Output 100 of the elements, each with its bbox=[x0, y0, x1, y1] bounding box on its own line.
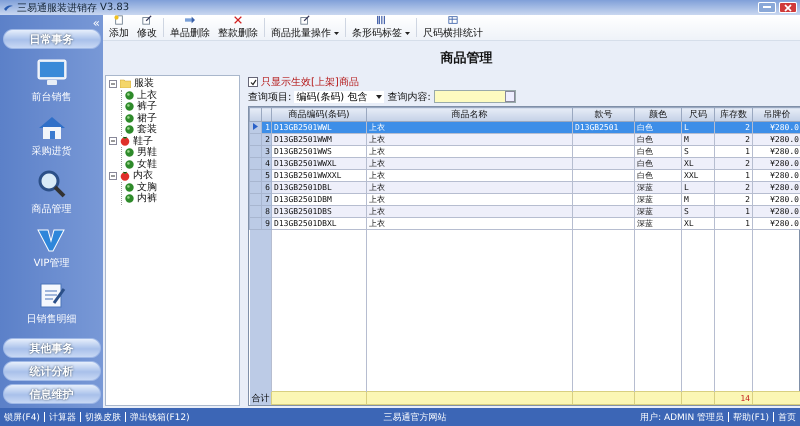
table-cell: 深蓝 bbox=[634, 218, 682, 230]
folder-icon bbox=[120, 79, 131, 88]
ball-icon bbox=[120, 170, 130, 181]
status-link[interactable]: 帮助(F1) bbox=[733, 410, 769, 424]
status-link[interactable]: 切换皮肤 bbox=[84, 410, 121, 424]
table-row[interactable]: 9 D13GB2501DBXL 上衣 深蓝 XL 1 ¥280.0 bbox=[250, 218, 800, 230]
checkbox[interactable] bbox=[248, 77, 258, 87]
user-label: 用户: ADMIN 管理员 bbox=[640, 412, 724, 424]
column-header[interactable]: 商品名称 bbox=[366, 108, 572, 122]
magnifier-icon bbox=[36, 168, 66, 198]
website-link[interactable]: 三易通官方网站 bbox=[383, 410, 446, 424]
tree-item[interactable]: 女鞋 bbox=[137, 158, 157, 170]
monitor-icon bbox=[36, 58, 66, 86]
page-heading: 商品管理 bbox=[440, 50, 494, 68]
ball-icon bbox=[125, 182, 134, 192]
table-cell: ¥280.0 bbox=[752, 206, 800, 218]
ball-icon bbox=[125, 102, 134, 112]
table-cell: 深蓝 bbox=[634, 182, 682, 194]
tree-item[interactable]: 鞋子 bbox=[133, 136, 153, 147]
collapse-toggle[interactable] bbox=[109, 137, 117, 146]
status-link[interactable]: 弹出钱箱(F12) bbox=[130, 410, 190, 424]
table-cell: 上衣 bbox=[366, 158, 572, 170]
table-cell: ¥280.0 bbox=[752, 134, 800, 146]
tree-item[interactable]: 服装 bbox=[134, 78, 154, 90]
row-pointer-icon bbox=[253, 123, 258, 130]
table-icon bbox=[447, 15, 459, 25]
ball-icon bbox=[120, 136, 130, 146]
ball-icon bbox=[125, 90, 134, 100]
status-link[interactable]: 首页 bbox=[778, 410, 796, 424]
table-cell: D13GB2501WWXL bbox=[272, 158, 366, 170]
query-input-field[interactable] bbox=[434, 90, 516, 103]
table-cell: 上衣 bbox=[366, 194, 572, 206]
table-cell: ¥280.0 bbox=[752, 170, 800, 182]
tree-item[interactable]: 男鞋 bbox=[137, 147, 157, 158]
ball-icon bbox=[125, 125, 134, 134]
column-header[interactable]: 吊牌价 bbox=[752, 108, 800, 122]
table-row[interactable]: 5 D13GB2501WWXXL 上衣 白色 XXL 1 ¥280.0 bbox=[250, 170, 800, 182]
table-row[interactable]: 2 D13GB2501WWM 上衣 白色 M 2 ¥280.0 bbox=[250, 134, 800, 146]
table-cell: D13GB2501 bbox=[572, 122, 634, 134]
lookup-button[interactable] bbox=[504, 91, 515, 102]
table-cell: ¥280.0 bbox=[752, 158, 800, 170]
tree-item[interactable]: 内裤 bbox=[137, 193, 157, 204]
close-button[interactable] bbox=[779, 2, 797, 13]
table-cell: 白色 bbox=[634, 158, 682, 170]
collapse-toggle[interactable] bbox=[109, 172, 117, 180]
toolbar-button[interactable]: 尺码横排统计 bbox=[419, 15, 487, 40]
table-cell: D13GB2501DBS bbox=[272, 206, 366, 218]
status-link[interactable]: 锁屏(F4) bbox=[4, 410, 40, 424]
table-cell: 上衣 bbox=[366, 122, 572, 134]
query-item-dropdown[interactable]: 编码(条码) 包含 bbox=[294, 90, 384, 102]
v-logo-icon bbox=[36, 226, 66, 252]
table-row[interactable]: 6 D13GB2501DBL 上衣 深蓝 L 2 ¥280.0 bbox=[250, 182, 800, 194]
table-cell: ¥280.0 bbox=[752, 182, 800, 194]
table-cell: 上衣 bbox=[366, 146, 572, 158]
tree-item[interactable]: 套装 bbox=[137, 124, 157, 136]
barcode-icon bbox=[375, 15, 387, 25]
ball-icon bbox=[125, 148, 134, 158]
status-link[interactable]: 计算器 bbox=[48, 410, 76, 424]
table-cell: 白色 bbox=[634, 170, 682, 182]
checkbox-label: 只显示生效[上架]商品 bbox=[261, 76, 359, 89]
table-cell: D13GB2501DBM bbox=[272, 194, 366, 206]
table-cell: D13GB2501DBXL bbox=[272, 218, 366, 230]
tree-item[interactable]: 文胸 bbox=[137, 182, 157, 193]
table-cell: 上衣 bbox=[366, 182, 572, 194]
table-row[interactable]: 4 D13GB2501WWXL 上衣 白色 XL 2 ¥280.0 bbox=[250, 158, 800, 170]
table-cell: 深蓝 bbox=[634, 206, 682, 218]
tree-item[interactable]: 内衣 bbox=[133, 170, 153, 182]
table-cell: D13GB2501WWXXL bbox=[272, 170, 366, 182]
app-logo-icon bbox=[3, 2, 14, 12]
table-row[interactable]: 8 D13GB2501DBS 上衣 深蓝 S 1 ¥280.0 bbox=[250, 206, 800, 218]
column-header[interactable]: 颜色 bbox=[634, 108, 682, 122]
toolbar-button[interactable]: 单品删除 bbox=[166, 15, 214, 40]
column-header[interactable]: 商品编码(条码) bbox=[272, 108, 366, 122]
toolbar-button[interactable]: 条形码标签 bbox=[348, 15, 414, 40]
house-icon bbox=[36, 114, 66, 140]
toolbar-button[interactable]: 整款删除 bbox=[214, 15, 262, 40]
column-header[interactable]: 款号 bbox=[572, 108, 634, 122]
table-cell: ¥280.0 bbox=[752, 218, 800, 230]
toolbar-button[interactable]: 商品批量操作 bbox=[267, 15, 343, 40]
table-cell: D13GB2501WWL bbox=[272, 122, 366, 134]
close-icon bbox=[784, 4, 792, 12]
table-cell: D13GB2501WWS bbox=[272, 146, 366, 158]
table-cell: ¥280.0 bbox=[752, 146, 800, 158]
document-icon bbox=[113, 15, 125, 25]
column-header[interactable]: 尺码 bbox=[682, 108, 714, 122]
table-row[interactable]: 7 D13GB2501DBM 上衣 深蓝 M 2 ¥280.0 bbox=[250, 194, 800, 206]
column-header[interactable]: 库存数 bbox=[714, 108, 752, 122]
total-label: 合计 bbox=[250, 392, 272, 404]
table-cell: 上衣 bbox=[366, 218, 572, 230]
table-row[interactable]: 3 D13GB2501WWS 上衣 白色 S 1 ¥280.0 bbox=[250, 146, 800, 158]
toolbar-button[interactable]: 添加 bbox=[105, 15, 133, 40]
table-cell: 白色 bbox=[634, 146, 682, 158]
ball-icon bbox=[125, 160, 134, 169]
query-content-label: 查询内容: bbox=[387, 90, 431, 104]
toolbar-button[interactable]: 修改 bbox=[133, 15, 161, 40]
tree-item[interactable]: 裤子 bbox=[137, 101, 157, 112]
caret-icon bbox=[376, 94, 382, 98]
collapse-toggle[interactable] bbox=[109, 80, 117, 88]
tree-item[interactable]: 裙子 bbox=[137, 112, 157, 124]
tree-item[interactable]: 上衣 bbox=[137, 90, 157, 101]
